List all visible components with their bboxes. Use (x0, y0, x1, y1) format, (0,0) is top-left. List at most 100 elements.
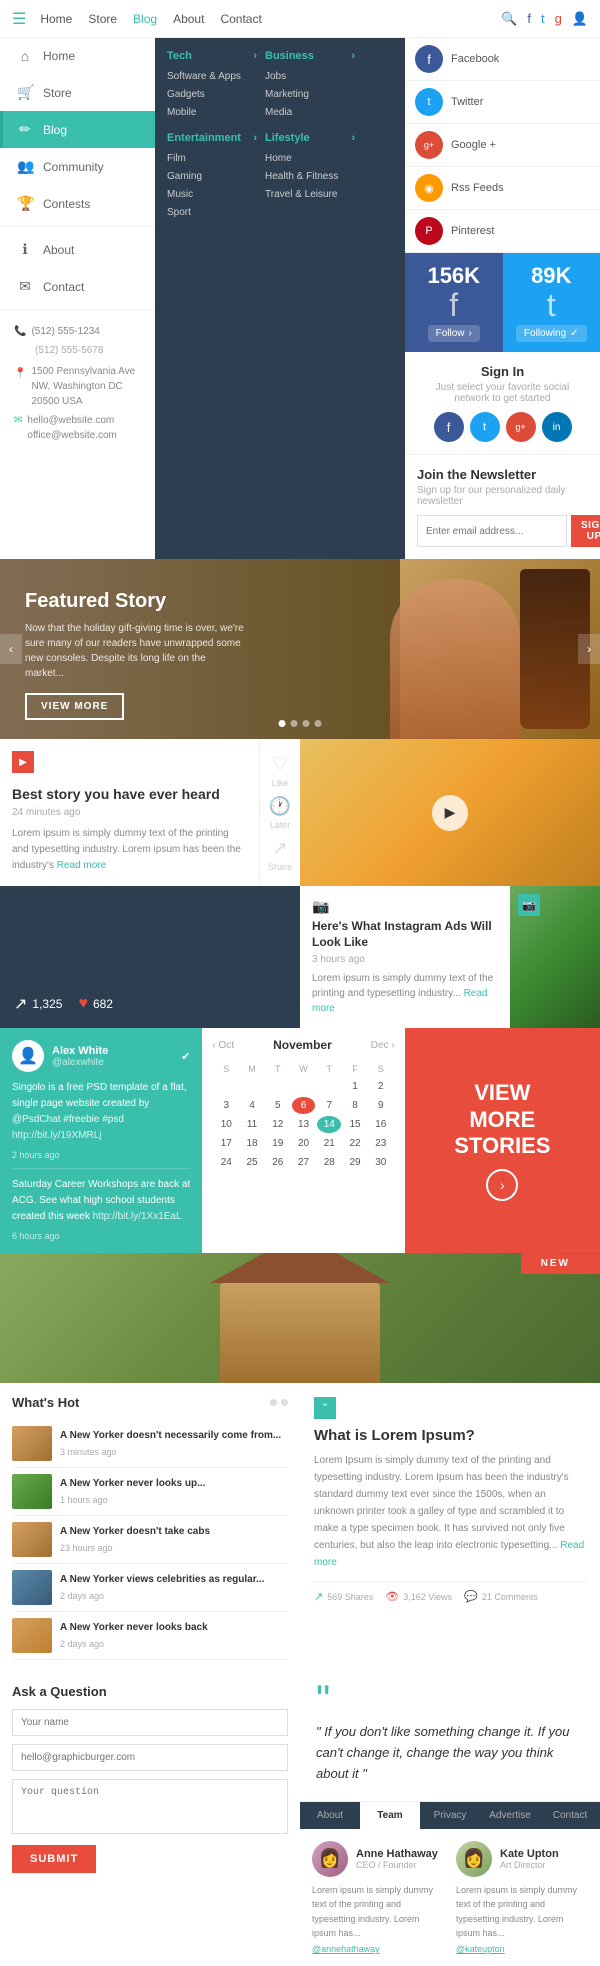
dropdown-item-music[interactable]: Music (167, 186, 257, 204)
featured-dot-1[interactable] (279, 720, 286, 727)
cal-day-29[interactable]: 29 (343, 1154, 367, 1171)
googleplus-nav-icon[interactable]: g (555, 11, 562, 26)
search-icon[interactable]: 🔍 (501, 11, 517, 27)
cal-day-21[interactable]: 21 (317, 1135, 341, 1152)
cal-day-8[interactable]: 8 (343, 1097, 367, 1114)
cal-day-25[interactable]: 25 (240, 1154, 264, 1171)
tab-privacy[interactable]: Privacy (420, 1802, 480, 1829)
cal-day-28[interactable]: 28 (317, 1154, 341, 1171)
featured-next-arrow[interactable]: › (578, 634, 600, 664)
hot-dot-1[interactable] (270, 1399, 277, 1406)
cal-day-14[interactable]: 14 (317, 1116, 341, 1133)
later-button[interactable]: 🕐 Later (269, 796, 291, 830)
ask-name-input[interactable] (12, 1709, 288, 1736)
cal-day-12[interactable]: 12 (266, 1116, 290, 1133)
cal-day-6[interactable]: 6 (292, 1097, 316, 1114)
newsletter-signup-button[interactable]: SIGN UP (571, 515, 600, 547)
sidebar-item-contact[interactable]: ✉ Contact (0, 268, 155, 305)
nav-store[interactable]: Store (88, 12, 117, 26)
featured-dot-4[interactable] (315, 720, 322, 727)
dropdown-item-jobs[interactable]: Jobs (265, 68, 355, 86)
featured-view-more-button[interactable]: VIEW MORE (25, 693, 124, 720)
cal-day-27[interactable]: 27 (292, 1154, 316, 1171)
cal-day-26[interactable]: 26 (266, 1154, 290, 1171)
dropdown-category-business[interactable]: Business › (265, 50, 355, 62)
tab-advertise[interactable]: Advertise (480, 1802, 540, 1829)
dropdown-item-software[interactable]: Software & Apps (167, 68, 257, 86)
cal-day-2[interactable]: 2 (369, 1078, 393, 1095)
social-row-facebook[interactable]: f Facebook (405, 38, 600, 81)
nav-blog[interactable]: Blog (133, 12, 157, 26)
cal-day-3[interactable]: 3 (214, 1097, 238, 1114)
featured-dot-2[interactable] (291, 720, 298, 727)
calendar-prev-button[interactable]: ‹ Oct (212, 1040, 234, 1051)
hamburger-icon[interactable]: ☰ (12, 9, 26, 29)
play-button[interactable]: ▶ (432, 795, 468, 831)
featured-dot-3[interactable] (303, 720, 310, 727)
featured-prev-arrow[interactable]: ‹ (0, 634, 22, 664)
cal-day-15[interactable]: 15 (343, 1116, 367, 1133)
dropdown-category-tech[interactable]: Tech › (167, 50, 257, 62)
cal-day-30[interactable]: 30 (369, 1154, 393, 1171)
cal-day-22[interactable]: 22 (343, 1135, 367, 1152)
cal-day-9[interactable]: 9 (369, 1097, 393, 1114)
dropdown-item-gaming[interactable]: Gaming (167, 168, 257, 186)
view-more-stories-card[interactable]: VIEWMORESTORIES › (405, 1028, 600, 1253)
member-2-handle[interactable]: @kateupton (456, 1944, 588, 1954)
ask-email-input[interactable] (12, 1744, 288, 1771)
like-button[interactable]: ♡ Like (272, 754, 289, 788)
signin-googleplus-button[interactable]: g+ (506, 412, 536, 442)
tweet-link-2[interactable]: http://bit.ly/1Xx1EaL (93, 1211, 182, 1222)
social-row-rss[interactable]: ◉ Rss Feeds (405, 167, 600, 210)
cal-day-5[interactable]: 5 (266, 1097, 290, 1114)
social-row-pinterest[interactable]: P Pinterest (405, 210, 600, 253)
cal-day-19[interactable]: 19 (266, 1135, 290, 1152)
tab-about[interactable]: About (300, 1802, 360, 1829)
twitter-following-button[interactable]: Following ✓ (516, 325, 587, 342)
cal-day-16[interactable]: 16 (369, 1116, 393, 1133)
cal-day-17[interactable]: 17 (214, 1135, 238, 1152)
lorem-readmore[interactable]: Read more (314, 1540, 584, 1568)
dropdown-item-home[interactable]: Home (265, 150, 355, 168)
ask-submit-button[interactable]: SUBMIT (12, 1845, 96, 1873)
nav-home[interactable]: Home (40, 12, 72, 26)
signin-linkedin-button[interactable]: in (542, 412, 572, 442)
twitter-nav-icon[interactable]: t (541, 11, 545, 26)
sidebar-item-contests[interactable]: 🏆 Contests (0, 185, 155, 222)
tab-team[interactable]: Team (360, 1802, 420, 1829)
dropdown-category-entertainment[interactable]: Entertainment › (167, 132, 257, 144)
cal-day-24[interactable]: 24 (214, 1154, 238, 1171)
facebook-follow-button[interactable]: Follow › (428, 325, 480, 342)
article-2-readmore[interactable]: Read more (312, 988, 487, 1014)
dropdown-item-sport[interactable]: Sport (167, 204, 257, 222)
cal-day-4[interactable]: 4 (240, 1097, 264, 1114)
tab-contact[interactable]: Contact (540, 1802, 600, 1829)
cal-day-11[interactable]: 11 (240, 1116, 264, 1133)
member-1-handle[interactable]: @annehathaway (312, 1944, 444, 1954)
dropdown-category-lifestyle[interactable]: Lifestyle › (265, 132, 355, 144)
social-row-twitter[interactable]: t Twitter (405, 81, 600, 124)
dropdown-item-travel[interactable]: Travel & Leisure (265, 186, 355, 204)
cal-day-23[interactable]: 23 (369, 1135, 393, 1152)
dropdown-item-media[interactable]: Media (265, 104, 355, 122)
calendar-next-button[interactable]: Dec › (371, 1040, 395, 1051)
dropdown-item-marketing[interactable]: Marketing (265, 86, 355, 104)
cal-day-20[interactable]: 20 (292, 1135, 316, 1152)
signin-twitter-button[interactable]: t (470, 412, 500, 442)
nav-contact[interactable]: Contact (220, 12, 261, 26)
sidebar-item-home[interactable]: ⌂ Home (0, 38, 155, 74)
share-button[interactable]: ↗ Share (268, 838, 292, 872)
sidebar-item-blog[interactable]: ✏ Blog (0, 111, 155, 148)
user-nav-icon[interactable]: 👤 (572, 11, 588, 27)
dropdown-item-gadgets[interactable]: Gadgets (167, 86, 257, 104)
cal-day-13[interactable]: 13 (292, 1116, 316, 1133)
tweet-link-1[interactable]: http://bit.ly/19XMRLj (12, 1130, 101, 1141)
dropdown-item-health[interactable]: Health & Fitness (265, 168, 355, 186)
sidebar-item-community[interactable]: 👥 Community (0, 148, 155, 185)
sidebar-item-store[interactable]: 🛒 Store (0, 74, 155, 111)
cal-day-1[interactable]: 1 (343, 1078, 367, 1095)
cal-day-7[interactable]: 7 (317, 1097, 341, 1114)
newsletter-email-input[interactable] (417, 515, 567, 547)
dropdown-item-film[interactable]: Film (167, 150, 257, 168)
social-row-googleplus[interactable]: g+ Google + (405, 124, 600, 167)
